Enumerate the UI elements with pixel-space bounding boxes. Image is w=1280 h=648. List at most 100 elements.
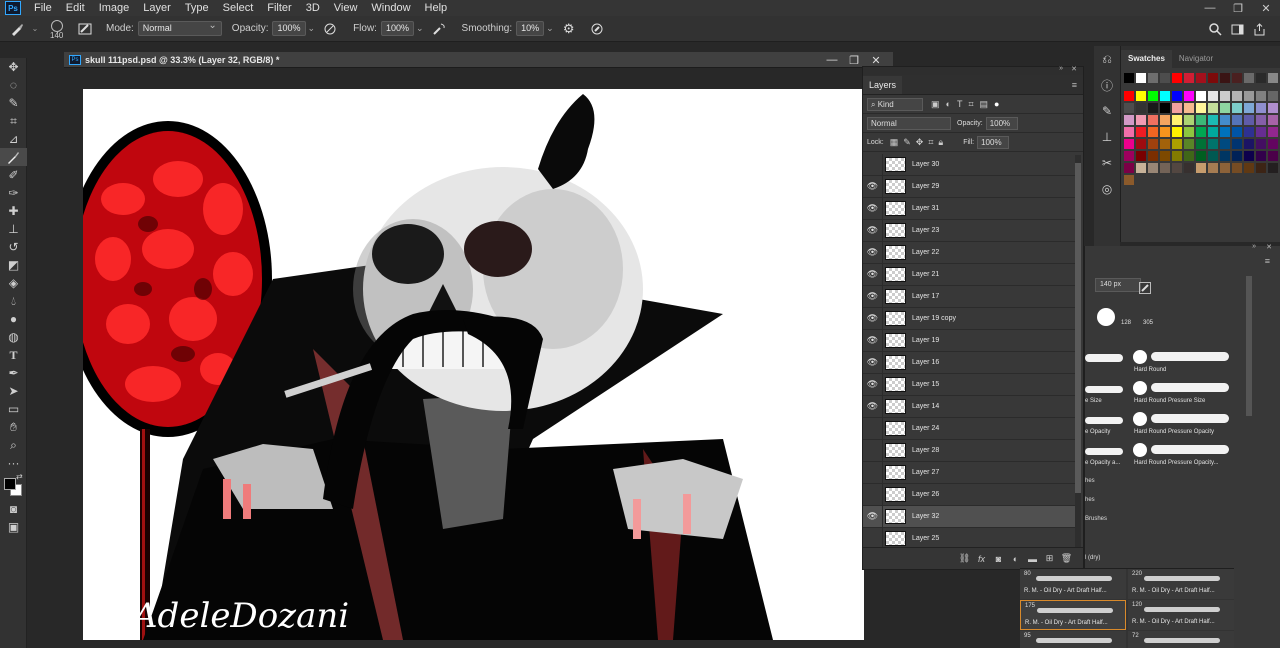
layer-opacity-input[interactable]: 100% <box>985 116 1018 130</box>
color-swatch[interactable] <box>1160 91 1170 101</box>
pencil-tool-icon[interactable]: ✐ <box>0 166 27 184</box>
color-swatch[interactable] <box>1184 163 1194 173</box>
adjustment-layer-icon[interactable]: ◐ <box>1007 554 1024 564</box>
color-swatch[interactable] <box>1256 151 1266 161</box>
move-tool-icon[interactable]: ✥ <box>0 58 27 76</box>
filter-adjustment-icon[interactable]: ◐ <box>946 99 951 109</box>
color-swatch[interactable] <box>1148 139 1158 149</box>
new-layer-icon[interactable]: ⊞ <box>1041 553 1058 564</box>
link-layers-icon[interactable]: ⛓︎ <box>956 553 973 564</box>
color-swatches[interactable]: ⇄ <box>0 472 26 500</box>
info-panel-icon[interactable]: ⓘ <box>1094 72 1120 98</box>
visibility-eye-icon[interactable]: 👁︎ <box>863 351 883 374</box>
visibility-eye-icon[interactable]: 👁︎ <box>863 307 883 330</box>
menu-3d[interactable]: 3D <box>299 0 327 16</box>
brush-tool-icon[interactable] <box>8 20 26 38</box>
color-swatch[interactable] <box>1196 151 1206 161</box>
chevron-down-icon[interactable]: ⌄ <box>416 23 424 34</box>
visibility-eye-icon[interactable]: 👁︎ <box>863 219 883 242</box>
airbrush-icon[interactable] <box>430 20 448 38</box>
color-swatch[interactable] <box>1220 139 1230 149</box>
menu-view[interactable]: View <box>327 0 365 16</box>
swap-colors-icon[interactable]: ⇄ <box>16 472 23 481</box>
visibility-eye-icon[interactable] <box>863 461 883 484</box>
color-swatch[interactable] <box>1268 127 1278 137</box>
chevron-down-icon[interactable]: ⌄ <box>546 23 554 34</box>
panel-menu-icon[interactable]: ≡ <box>1265 256 1270 266</box>
color-swatch[interactable] <box>1268 139 1278 149</box>
brush-settings-panel-icon[interactable]: ✎ <box>1094 98 1120 124</box>
color-swatch[interactable] <box>1148 115 1158 125</box>
flow-input[interactable]: 100% <box>380 21 414 36</box>
color-swatch[interactable] <box>1172 139 1182 149</box>
color-swatch[interactable] <box>1256 163 1266 173</box>
menu-filter[interactable]: Filter <box>260 0 298 16</box>
rectangle-tool-icon[interactable]: ▭ <box>0 400 27 418</box>
filter-pixel-icon[interactable]: ▣ <box>931 99 940 110</box>
menu-layer[interactable]: Layer <box>136 0 178 16</box>
lasso-tool-icon[interactable]: ◌ <box>0 76 27 94</box>
color-swatch[interactable] <box>1184 73 1194 83</box>
color-swatch[interactable] <box>1172 91 1182 101</box>
color-swatch[interactable] <box>1148 163 1158 173</box>
color-swatch[interactable] <box>1172 127 1182 137</box>
quick-mask-icon[interactable]: ◙ <box>0 500 27 518</box>
color-swatch[interactable] <box>1196 163 1206 173</box>
color-swatch[interactable] <box>1184 115 1194 125</box>
brush-group[interactable]: hes <box>1085 478 1095 484</box>
color-swatch[interactable] <box>1136 115 1146 125</box>
eraser-tool-icon[interactable]: ◩ <box>0 256 27 274</box>
color-swatch[interactable] <box>1232 127 1242 137</box>
mixer-brush-tool-icon[interactable]: ✑ <box>0 184 27 202</box>
layer-row[interactable]: Layer 26 <box>863 483 1075 506</box>
brush-name[interactable]: Hard Round Pressure Size <box>1134 398 1205 404</box>
blur-tool-icon[interactable]: 💧︎ <box>0 292 27 310</box>
new-group-icon[interactable]: ▬ <box>1024 554 1041 564</box>
menu-image[interactable]: Image <box>92 0 137 16</box>
color-swatch[interactable] <box>1256 115 1266 125</box>
tab-navigator[interactable]: Navigator <box>1172 50 1220 68</box>
pressure-opacity-icon[interactable] <box>321 20 339 38</box>
color-swatch[interactable] <box>1160 103 1170 113</box>
more-tools-icon[interactable]: ··· <box>0 454 27 472</box>
screen-mode-icon[interactable]: ▣ <box>0 518 27 536</box>
color-swatch[interactable] <box>1268 73 1278 83</box>
color-swatch[interactable] <box>1256 73 1266 83</box>
color-swatch[interactable] <box>1172 115 1182 125</box>
delete-layer-icon[interactable]: 🗑︎ <box>1058 553 1075 564</box>
color-swatch[interactable] <box>1136 151 1146 161</box>
color-swatch[interactable] <box>1184 91 1194 101</box>
brush-name[interactable]: Hard Round <box>1134 367 1166 373</box>
opacity-input[interactable]: 100% <box>272 21 306 36</box>
visibility-eye-icon[interactable]: 👁︎ <box>863 395 883 418</box>
chevron-down-icon[interactable]: ⌄ <box>308 23 316 34</box>
color-swatch[interactable] <box>1196 115 1206 125</box>
brushes-scrollbar[interactable] <box>1246 276 1252 416</box>
layer-row[interactable]: Layer 25 <box>863 527 1075 549</box>
smudge-tool-icon[interactable]: ◍ <box>0 328 27 346</box>
menu-type[interactable]: Type <box>178 0 216 16</box>
color-swatch[interactable] <box>1208 73 1218 83</box>
color-swatch[interactable] <box>1172 103 1182 113</box>
visibility-eye-icon[interactable] <box>863 527 883 549</box>
color-swatch[interactable] <box>1256 91 1266 101</box>
color-swatch[interactable] <box>1244 163 1254 173</box>
color-swatch[interactable] <box>1268 115 1278 125</box>
brush-size-input[interactable]: 140 px <box>1095 278 1141 292</box>
lock-position-icon[interactable]: ✥ <box>916 137 924 148</box>
brush-group[interactable]: hes <box>1085 497 1095 503</box>
color-swatch[interactable] <box>1268 91 1278 101</box>
panel-menu-icon[interactable]: ≡ <box>1072 80 1077 90</box>
color-swatch[interactable] <box>1208 103 1218 113</box>
color-swatch[interactable] <box>1136 73 1146 83</box>
brush-group[interactable]: l (dry) <box>1085 555 1100 561</box>
layer-style-icon[interactable]: fx <box>973 554 990 564</box>
hand-tool-icon[interactable]: ✋︎ <box>0 418 27 436</box>
color-swatch[interactable] <box>1256 139 1266 149</box>
history-panel-icon[interactable]: ⎌ <box>1094 46 1120 72</box>
color-swatch[interactable] <box>1244 103 1254 113</box>
minimize-icon[interactable]: — <box>1196 0 1224 16</box>
color-swatch[interactable] <box>1148 127 1158 137</box>
layer-filter-select[interactable]: ⌕ Kind <box>867 97 923 111</box>
color-swatch[interactable] <box>1244 127 1254 137</box>
